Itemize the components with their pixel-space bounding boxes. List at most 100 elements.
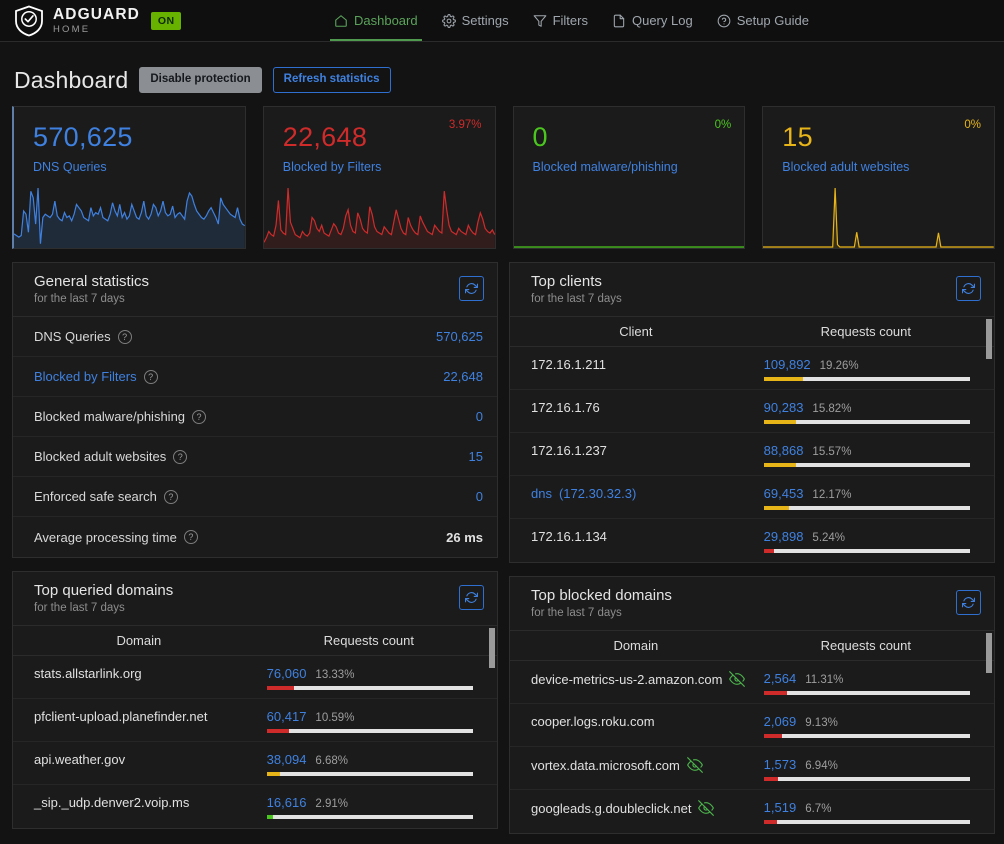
statistic-label: DNS Queries <box>34 329 111 344</box>
help-question-icon[interactable]: ? <box>192 409 207 424</box>
row-metric-cell: 76,060 13.33% <box>266 666 473 690</box>
row-progress-bar <box>266 686 473 690</box>
top-blocked-domains-rows: device-metrics-us-2.amazon.com 2,564 11.31… <box>510 661 994 833</box>
top-blocked-domains-header: Top blocked domains for the last 7 days <box>510 577 994 631</box>
row-percent: 6.7% <box>805 803 832 815</box>
row-progress-bar <box>763 463 970 467</box>
brand-text: ADGUARD HOME <box>53 6 140 35</box>
column-header-domain: Domain <box>116 633 162 648</box>
top-queried-domains-rows: stats.allstarlink.org 76,060 13.33% pfclien… <box>13 656 497 828</box>
row-request-count[interactable]: 69,453 <box>764 486 804 501</box>
row-request-count[interactable]: 1,519 <box>764 800 797 815</box>
row-percent: 2.91% <box>315 798 349 810</box>
row-progress-bar <box>763 777 970 781</box>
row-progress-fill <box>763 777 778 781</box>
row-progress-bar <box>763 820 970 824</box>
nav-item-setup-guide[interactable]: Setup Guide <box>705 0 821 41</box>
top-clients-refresh-button[interactable] <box>956 276 981 301</box>
table-row: stats.allstarlink.org 76,060 13.33% <box>13 656 497 699</box>
question-circle-icon <box>717 14 731 27</box>
row-request-count[interactable]: 38,094 <box>267 752 307 767</box>
table-row: 172.16.1.76 90,283 15.82% <box>510 390 994 433</box>
row-request-count[interactable]: 60,417 <box>267 709 307 724</box>
row-progress-bar <box>763 549 970 553</box>
statistic-value: 0 <box>475 409 483 424</box>
row-name-cell: api.weather.gov <box>34 752 267 767</box>
statistic-label: Average processing time <box>34 529 177 545</box>
panels-area: General statistics for the last 7 days D… <box>0 249 1004 834</box>
general-statistics-header: General statistics for the last 7 days <box>13 263 497 317</box>
row-name[interactable]: dns <box>531 486 552 501</box>
row-request-count[interactable]: 76,060 <box>267 666 307 681</box>
top-queried-domains-header: Top queried domains for the last 7 days <box>13 572 497 626</box>
row-name-cell: vortex.data.microsoft.com <box>531 757 764 773</box>
top-queried-domains-panel: Top queried domains for the last 7 days … <box>12 571 498 829</box>
row-request-count[interactable]: 90,283 <box>764 400 804 415</box>
protection-status-badge[interactable]: ON <box>150 11 182 30</box>
row-name: googleads.g.doubleclick.net <box>531 800 692 816</box>
row-metric-values: 109,892 19.26% <box>764 357 970 372</box>
top-queried-domains-table-header: Domain Requests count <box>13 626 497 668</box>
help-question-icon[interactable]: ? <box>143 369 158 384</box>
row-metric-values: 76,060 13.33% <box>267 666 473 681</box>
eye-off-icon[interactable] <box>686 757 703 773</box>
row-metric-cell: 69,453 12.17% <box>763 486 970 510</box>
nav-item-settings[interactable]: Settings <box>430 0 521 41</box>
row-request-count[interactable]: 2,564 <box>764 671 797 686</box>
row-request-count[interactable]: 2,069 <box>764 714 797 729</box>
row-request-count[interactable]: 88,868 <box>764 443 804 458</box>
general-statistics-refresh-button[interactable] <box>459 276 484 301</box>
nav-item-query-log[interactable]: Query Log <box>600 0 705 41</box>
stat-card-1: 570,625 DNS Queries <box>12 106 246 249</box>
nav-item-filters[interactable]: Filters <box>521 0 600 41</box>
help-question-icon[interactable]: ? <box>117 329 132 344</box>
brand-logo[interactable]: ADGUARD HOME <box>0 5 140 37</box>
row-metric-cell: 2,069 9.13% <box>763 714 970 738</box>
disable-protection-button[interactable]: Disable protection <box>139 67 262 93</box>
row-request-count[interactable]: 109,892 <box>764 357 811 372</box>
stat-card-value: 570,625 <box>33 122 133 152</box>
table-row: device-metrics-us-2.amazon.com 2,564 11.31… <box>510 661 994 704</box>
statistic-label[interactable]: Blocked by Filters <box>34 369 137 384</box>
stat-card-label: Blocked by Filters <box>282 160 382 174</box>
refresh-statistics-button[interactable]: Refresh statistics <box>272 67 391 93</box>
row-metric-values: 90,283 15.82% <box>764 400 970 415</box>
row-metric-cell: 2,564 11.31% <box>763 671 970 695</box>
row-metric-values: 38,094 6.68% <box>267 752 473 767</box>
row-percent: 6.68% <box>315 755 349 767</box>
eye-off-icon[interactable] <box>698 800 715 816</box>
row-request-count[interactable]: 16,616 <box>267 795 307 810</box>
top-blocked-domains-table-header: Domain Requests count <box>510 631 994 673</box>
eye-off-icon[interactable] <box>729 671 746 687</box>
left-column: General statistics for the last 7 days D… <box>12 262 498 834</box>
row-metric-cell: 1,519 6.7% <box>763 800 970 824</box>
row-progress-fill <box>266 815 273 819</box>
refresh-icon <box>465 592 478 603</box>
row-percent: 11.31% <box>805 674 844 686</box>
top-navigation-bar: ADGUARD HOME ON Dashboard Settings Filte… <box>0 0 1004 42</box>
row-metric-cell: 88,868 15.57% <box>763 443 970 467</box>
stat-card-percent: 0% <box>964 119 981 131</box>
row-percent: 6.94% <box>805 760 838 772</box>
main-nav: Dashboard Settings Filters Query Log Set… <box>322 0 821 41</box>
row-metric-values: 1,573 6.94% <box>764 757 970 772</box>
row-request-count[interactable]: 1,573 <box>764 757 797 772</box>
row-metric-cell: 60,417 10.59% <box>266 709 473 733</box>
general-statistics-panel: General statistics for the last 7 days D… <box>12 262 498 558</box>
stat-card-sparkline <box>14 186 245 248</box>
row-percent: 5.24% <box>812 532 846 544</box>
page-title: Dashboard <box>14 66 129 93</box>
help-question-icon[interactable]: ? <box>173 449 188 464</box>
row-request-count[interactable]: 29,898 <box>764 529 804 544</box>
stat-card-sparkline <box>763 186 994 248</box>
top-clients-title: Top clients <box>531 273 602 290</box>
top-queried-domains-refresh-button[interactable] <box>459 585 484 610</box>
nav-item-dashboard[interactable]: Dashboard <box>322 0 430 41</box>
top-blocked-domains-refresh-button[interactable] <box>956 590 981 615</box>
table-row: 172.16.1.237 88,868 15.57% <box>510 433 994 476</box>
help-question-icon[interactable]: ? <box>183 530 198 544</box>
stat-card-label: DNS Queries <box>33 160 107 174</box>
statistic-label: Blocked adult websites <box>34 449 167 464</box>
help-question-icon[interactable]: ? <box>163 489 178 504</box>
row-name: 172.16.1.76 <box>531 400 600 415</box>
